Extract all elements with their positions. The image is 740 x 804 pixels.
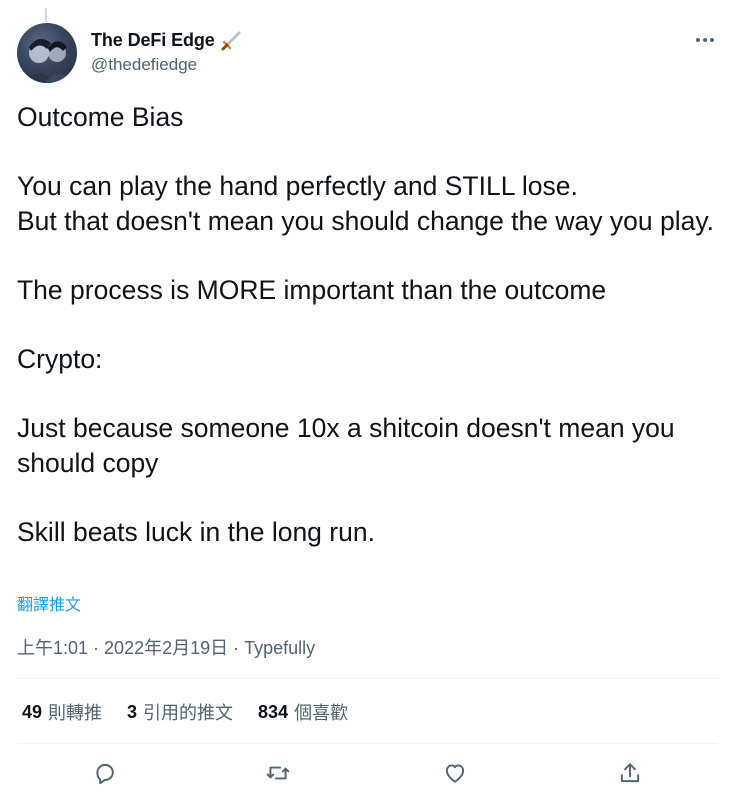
more-dot-icon xyxy=(696,38,700,42)
tweet-source[interactable]: Typefully xyxy=(244,638,315,658)
quotes-label: 引用的推文 xyxy=(143,703,234,723)
divider xyxy=(17,743,718,744)
engagement-stats: 49 則轉推 3 引用的推文 834 個喜歡 xyxy=(22,699,373,725)
tweet-text: Outcome Bias You can play the hand perfe… xyxy=(17,100,717,550)
tweet-paragraph: The process is MORE important than the o… xyxy=(17,275,607,305)
thread-connector-line xyxy=(45,8,47,22)
reply-button[interactable] xyxy=(89,757,121,789)
author-handle[interactable]: @thedefiedge xyxy=(91,55,197,75)
more-dot-icon xyxy=(710,38,714,42)
reply-icon xyxy=(96,763,114,785)
meta-separator: · xyxy=(228,638,245,658)
tweet-paragraph: Crypto: xyxy=(17,344,103,374)
more-dot-icon xyxy=(703,38,707,42)
translate-tweet-link[interactable]: 翻譯推文 xyxy=(17,591,81,615)
retweet-button[interactable] xyxy=(262,757,294,789)
retweets-label: 則轉推 xyxy=(48,703,103,723)
tweet-date[interactable]: 2022年2月19日 xyxy=(104,638,228,658)
divider xyxy=(17,678,718,679)
heart-icon xyxy=(445,764,465,783)
tweet-paragraph: Outcome Bias xyxy=(17,102,184,132)
author-name-row[interactable]: The DeFi Edge xyxy=(91,29,243,51)
tweet-paragraph: You can play the hand perfectly and STIL… xyxy=(17,171,714,236)
retweets-count: 49 xyxy=(22,701,43,722)
tweet-paragraph: Just because someone 10x a shitcoin does… xyxy=(17,413,683,478)
likes-stat[interactable]: 834 個喜歡 xyxy=(258,699,348,725)
share-button[interactable] xyxy=(614,757,646,789)
likes-label: 個喜歡 xyxy=(294,703,349,723)
like-button[interactable] xyxy=(439,757,471,789)
retweet-icon xyxy=(266,766,290,780)
share-icon xyxy=(620,763,640,783)
dagger-icon xyxy=(221,29,243,51)
meta-separator: · xyxy=(88,638,105,658)
tweet-paragraph: Skill beats luck in the long run. xyxy=(17,517,375,547)
avatar-image xyxy=(25,38,73,83)
author-display-name[interactable]: The DeFi Edge xyxy=(91,30,215,51)
avatar[interactable] xyxy=(17,23,77,83)
more-options-button[interactable] xyxy=(692,30,718,50)
retweets-stat[interactable]: 49 則轉推 xyxy=(22,699,102,725)
tweet-time[interactable]: 上午1:01 xyxy=(17,638,88,658)
quotes-count: 3 xyxy=(127,701,138,722)
tweet-action-bar xyxy=(17,757,718,793)
likes-count: 834 xyxy=(258,701,289,722)
tweet-metadata: 上午1:01 · 2022年2月19日 · Typefully xyxy=(17,634,315,660)
quotes-stat[interactable]: 3 引用的推文 xyxy=(127,699,233,725)
